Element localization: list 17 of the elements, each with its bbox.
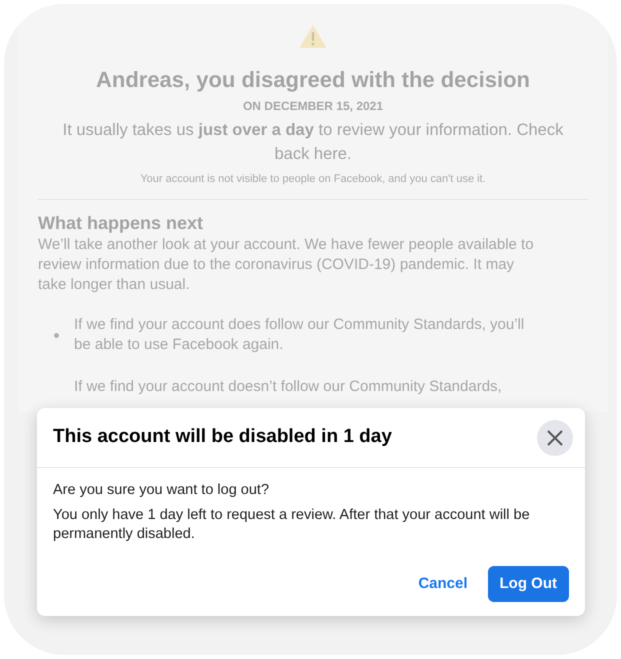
page-title: Andreas, you disagreed with the decision (96, 66, 530, 94)
bullet-icon (54, 332, 58, 338)
dialog-question: Are you sure you want to log out? (53, 481, 270, 500)
warning-icon (300, 26, 326, 48)
visibility-note: Your account is not visible to people on Facebook, and you can't use it. (140, 172, 486, 187)
dialog-message: You only have 1 day left to request a review. After that your account will be permanently disabled. (53, 506, 531, 544)
close-icon (547, 430, 563, 446)
logout-button[interactable]: Log Out (488, 566, 569, 602)
section-heading: What happens next (38, 212, 204, 234)
close-button[interactable] (537, 420, 573, 456)
date-label: ON DECEMBER 15, 2021 (242, 98, 384, 114)
bullet-text: If we find your account does follow our Community Standards, you’ll be able to use Facebook again. (74, 315, 526, 355)
cancel-button[interactable]: Cancel (404, 566, 482, 602)
dialog-title: This account will be disabled in 1 day (53, 425, 392, 450)
bullet-text: If we find your account doesn’t follow our Community Standards, (74, 377, 503, 397)
section-text: We’ll take another look at your account. We have fewer people available to review information due to the coronavirus (COVID-19) pandemic. It may take longer than usual. (38, 235, 535, 295)
review-message: It usually takes us just over a day to review your information. Check back here. (62, 120, 564, 165)
